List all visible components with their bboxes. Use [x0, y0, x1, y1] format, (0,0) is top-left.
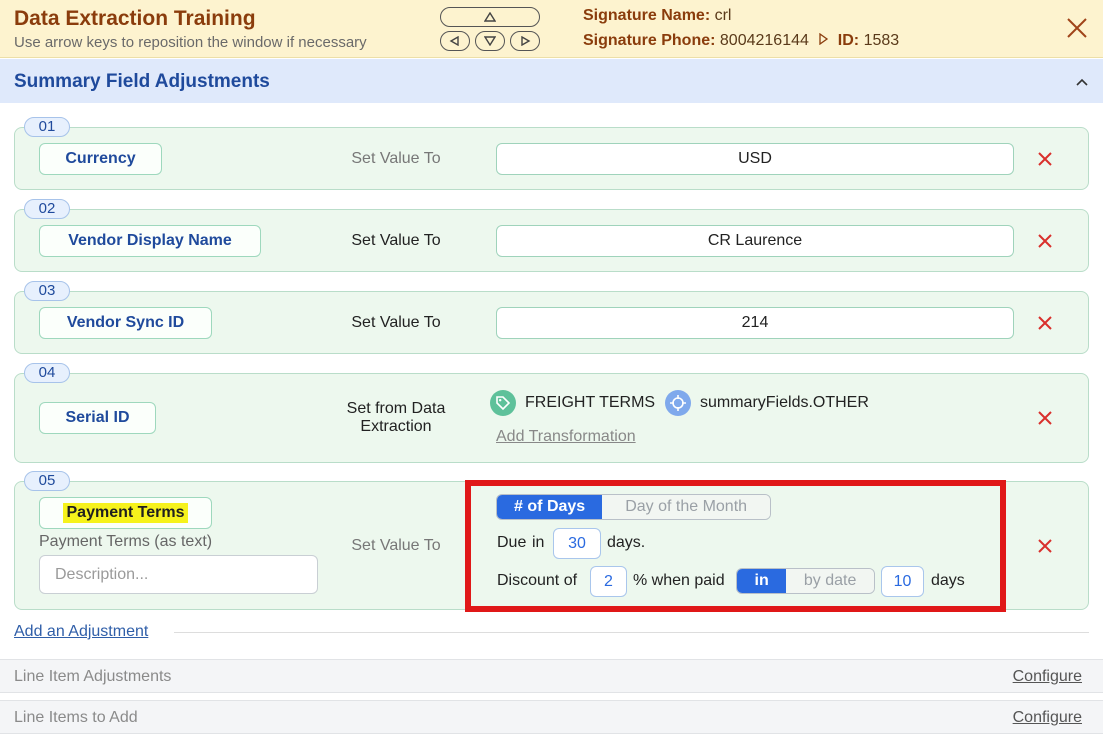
description-input[interactable] — [39, 555, 318, 594]
signature-phone-label: Signature Phone: — [583, 32, 716, 49]
divider — [174, 632, 1089, 633]
triangle-right-icon — [521, 36, 531, 46]
extraction-source[interactable]: summaryFields.OTHER — [665, 390, 869, 416]
section-title: Summary Field Adjustments — [14, 71, 270, 92]
signature-name-value: crl — [714, 7, 732, 24]
adjustment-number: 04 — [24, 363, 70, 383]
tag-icon — [490, 390, 516, 416]
section-label: Line Item Adjustments — [14, 668, 172, 685]
chevron-up-icon[interactable] — [1075, 77, 1089, 87]
summary-section-header[interactable]: Summary Field Adjustments — [0, 59, 1103, 103]
adjustment-number: 05 — [24, 471, 70, 491]
action-label: Set Value To — [351, 232, 441, 249]
field-selector-currency[interactable]: Currency — [39, 143, 162, 175]
delete-icon[interactable] — [1037, 151, 1053, 167]
action-label: Set Value To — [351, 314, 441, 331]
value-field-vendor-sync-id[interactable]: 214 — [496, 307, 1014, 339]
adjustment-number: 02 — [24, 199, 70, 219]
close-icon[interactable] — [1066, 17, 1088, 39]
triangle-up-icon — [484, 12, 496, 22]
value-field-currency[interactable]: USD — [496, 143, 1014, 175]
highlighted-field-label: Payment Terms — [62, 503, 189, 523]
source-label: summaryFields.OTHER — [700, 394, 869, 411]
delete-icon[interactable] — [1037, 538, 1053, 554]
signature-phone-line: Signature Phone: 8004216144 ID: 1583 — [583, 32, 899, 50]
signature-name-line: Signature Name: crl — [583, 7, 731, 25]
field-selector-serial-id[interactable]: Serial ID — [39, 402, 156, 434]
signature-phone-value: 8004216144 — [719, 32, 809, 49]
field-selector-vendor-sync-id[interactable]: Vendor Sync ID — [39, 307, 212, 339]
play-icon — [819, 32, 829, 46]
delete-icon[interactable] — [1037, 233, 1053, 249]
target-icon — [665, 390, 691, 416]
delete-icon[interactable] — [1037, 410, 1053, 426]
app-subtitle: Use arrow keys to reposition the window … — [14, 34, 367, 51]
line-item-adjustments-section: Line Item Adjustments Configure — [0, 659, 1103, 693]
configure-button[interactable]: Configure — [1013, 668, 1082, 686]
configure-button[interactable]: Configure — [1013, 709, 1082, 727]
app-title: Data Extraction Training — [14, 7, 256, 30]
action-label: Set Value To — [351, 537, 441, 554]
add-transformation-link[interactable]: Add Transformation — [496, 428, 636, 446]
triangle-left-icon — [449, 36, 459, 46]
move-up-button[interactable] — [440, 7, 540, 27]
adjustment-card-04 — [14, 373, 1089, 463]
id-label: ID: — [837, 32, 860, 49]
field-selector-vendor-display-name[interactable]: Vendor Display Name — [39, 225, 261, 257]
action-label: Set from Data Extraction — [346, 400, 446, 435]
move-down-button[interactable] — [475, 31, 505, 51]
value-field-vendor-display-name[interactable]: CR Laurence — [496, 225, 1014, 257]
signature-name-label: Signature Name: — [583, 7, 711, 24]
tag-label: FREIGHT TERMS — [525, 394, 656, 411]
adjustment-number: 01 — [24, 117, 70, 137]
triangle-down-icon — [484, 36, 496, 46]
extraction-tag[interactable]: FREIGHT TERMS — [490, 390, 655, 416]
window-header: Data Extraction Training Use arrow keys … — [0, 0, 1103, 58]
adjustment-number: 03 — [24, 281, 70, 301]
delete-icon[interactable] — [1037, 315, 1053, 331]
section-label: Line Items to Add — [14, 709, 138, 726]
add-adjustment-link[interactable]: Add an Adjustment — [14, 623, 148, 641]
highlight-frame — [465, 480, 1006, 612]
line-items-to-add-section: Line Items to Add Configure — [0, 700, 1103, 734]
id-value: 1583 — [863, 32, 900, 49]
move-left-button[interactable] — [440, 31, 470, 51]
field-sub-label: Payment Terms (as text) — [39, 533, 213, 550]
field-selector-payment-terms[interactable]: Payment Terms — [39, 497, 212, 529]
move-right-button[interactable] — [510, 31, 540, 51]
action-label: Set Value To — [351, 150, 441, 167]
